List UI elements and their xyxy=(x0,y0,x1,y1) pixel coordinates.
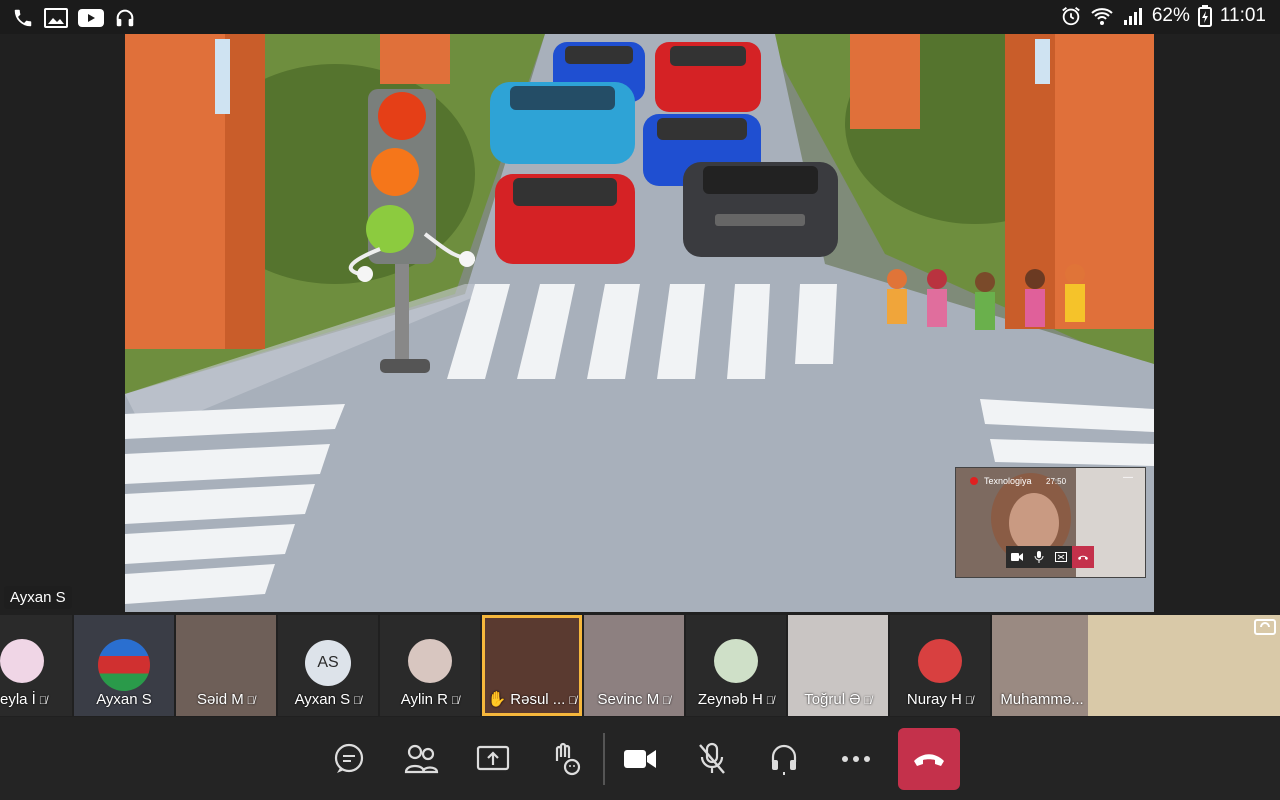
more-options-button[interactable] xyxy=(828,731,884,787)
system-status: 62% 11:01 xyxy=(1060,5,1266,27)
participant-name: eyla İ xyxy=(0,691,36,708)
mic-off-icon: 🎙̸ xyxy=(451,695,460,707)
signal-icon xyxy=(1122,5,1144,27)
participant-avatar xyxy=(714,639,758,683)
clock: 11:01 xyxy=(1219,5,1266,26)
participant-name: Səid M xyxy=(197,691,244,708)
audio-icon xyxy=(771,744,797,775)
switch-camera-icon[interactable] xyxy=(1254,617,1276,640)
audio-button[interactable] xyxy=(756,731,812,787)
reactions-button[interactable] xyxy=(537,731,593,787)
participant-name: Ayxan S xyxy=(96,691,152,708)
participant-name: Aylin R xyxy=(400,691,448,708)
hangup-icon xyxy=(1078,555,1088,560)
participant-name: Toğrul Ə xyxy=(804,691,861,708)
hangup-button[interactable] xyxy=(898,728,960,790)
mic-off-icon: 🎙̸ xyxy=(964,695,974,707)
camera-button[interactable] xyxy=(612,731,668,787)
participants-button[interactable] xyxy=(393,731,449,787)
camera-icon xyxy=(1011,553,1023,561)
participants-icon xyxy=(404,744,439,774)
pip-mic-button[interactable] xyxy=(1028,546,1050,568)
participant-tile[interactable]: AS Ayxan S 🎙̸ xyxy=(278,615,378,716)
participant-tile[interactable]: Nuray H 🎙̸ xyxy=(890,615,990,716)
battery-charging-icon xyxy=(1197,5,1212,27)
notification-icons xyxy=(12,7,136,29)
participant-tile[interactable]: Aylin R 🎙̸ xyxy=(380,615,480,716)
participant-name: Ayxan S xyxy=(294,691,351,708)
participant-strip: eyla İ 🎙̸ Ayxan S Səid M 🎙̸ AS Ayxan S 🎙̸ A… xyxy=(0,615,1280,717)
camera-icon xyxy=(624,750,656,768)
participant-name: Muhammə... xyxy=(1000,691,1084,708)
gallery-icon xyxy=(44,7,68,29)
participant-name: Zeynəb H xyxy=(697,691,763,708)
participant-avatar xyxy=(98,639,150,691)
pip-share-button[interactable] xyxy=(1050,546,1072,568)
mic-off-icon: 🎙̸ xyxy=(765,695,775,707)
mic-off-icon xyxy=(699,742,725,774)
mic-off-icon: 🎙̸ xyxy=(353,695,362,707)
mic-button[interactable] xyxy=(684,731,740,787)
pip-title: Texnologiya xyxy=(984,476,1032,486)
chat-icon xyxy=(334,743,364,773)
participant-tile[interactable]: Zeynəb H 🎙̸ xyxy=(686,615,786,716)
mic-icon xyxy=(1034,551,1044,563)
participant-initials: AS xyxy=(305,640,351,686)
participant-avatar xyxy=(408,639,452,683)
participant-tile[interactable]: Muhammə... xyxy=(992,615,1092,716)
participant-tile[interactable]: Sevinc M 🎙̸ xyxy=(584,615,684,716)
pip-minimize-button[interactable]: — xyxy=(1123,472,1133,483)
participant-tile[interactable] xyxy=(1088,615,1280,716)
pip-controls xyxy=(1006,546,1094,568)
pip-self-view[interactable]: Texnologiya 27:50 — xyxy=(955,467,1146,578)
call-controls-bar xyxy=(0,717,1280,800)
youtube-icon xyxy=(78,8,104,28)
pip-timer: 27:50 xyxy=(1046,477,1067,486)
mic-off-icon: 🎙̸ xyxy=(38,695,48,707)
recording-indicator-icon xyxy=(970,477,978,485)
wifi-icon xyxy=(1090,5,1114,27)
participant-tile[interactable]: Səid M 🎙̸ xyxy=(176,615,276,716)
more-icon xyxy=(842,756,870,762)
share-button[interactable] xyxy=(465,731,521,787)
mic-off-icon: 🎙̸ xyxy=(568,695,577,707)
participant-avatar xyxy=(0,639,44,683)
raise-hand-icon xyxy=(555,742,581,776)
pip-camera-button[interactable] xyxy=(1006,546,1028,568)
share-stop-icon xyxy=(1055,552,1067,562)
participant-name: ✋ Rəsul ... xyxy=(487,691,566,708)
participant-tile[interactable]: eyla İ 🎙̸ xyxy=(0,615,72,716)
controls-divider xyxy=(603,733,605,785)
participant-tile[interactable]: Ayxan S xyxy=(74,615,174,716)
participant-name: Nuray H xyxy=(906,691,962,708)
share-icon xyxy=(476,745,510,771)
battery-percent: 62% xyxy=(1151,5,1190,26)
mic-off-icon: 🎙̸ xyxy=(662,695,671,707)
mic-off-icon: 🎙̸ xyxy=(863,695,872,707)
headset-icon xyxy=(114,7,136,29)
chat-button[interactable] xyxy=(321,731,377,787)
participant-name: Sevinc M xyxy=(597,691,660,708)
pip-hangup-button[interactable] xyxy=(1072,546,1094,568)
participant-avatar xyxy=(918,639,962,683)
mic-off-icon: 🎙̸ xyxy=(246,695,255,707)
participant-tile[interactable]: Toğrul Ə 🎙̸ xyxy=(788,615,888,716)
active-speaker-label: Ayxan S xyxy=(4,586,72,609)
hangup-icon xyxy=(914,754,944,766)
phone-icon xyxy=(12,7,34,29)
alarm-icon xyxy=(1060,5,1082,27)
status-bar: 62% 11:01 xyxy=(0,0,1280,34)
participant-tile-active[interactable]: ✋ Rəsul ... 🎙̸ xyxy=(482,615,582,716)
pip-header: Texnologiya xyxy=(970,476,1032,486)
